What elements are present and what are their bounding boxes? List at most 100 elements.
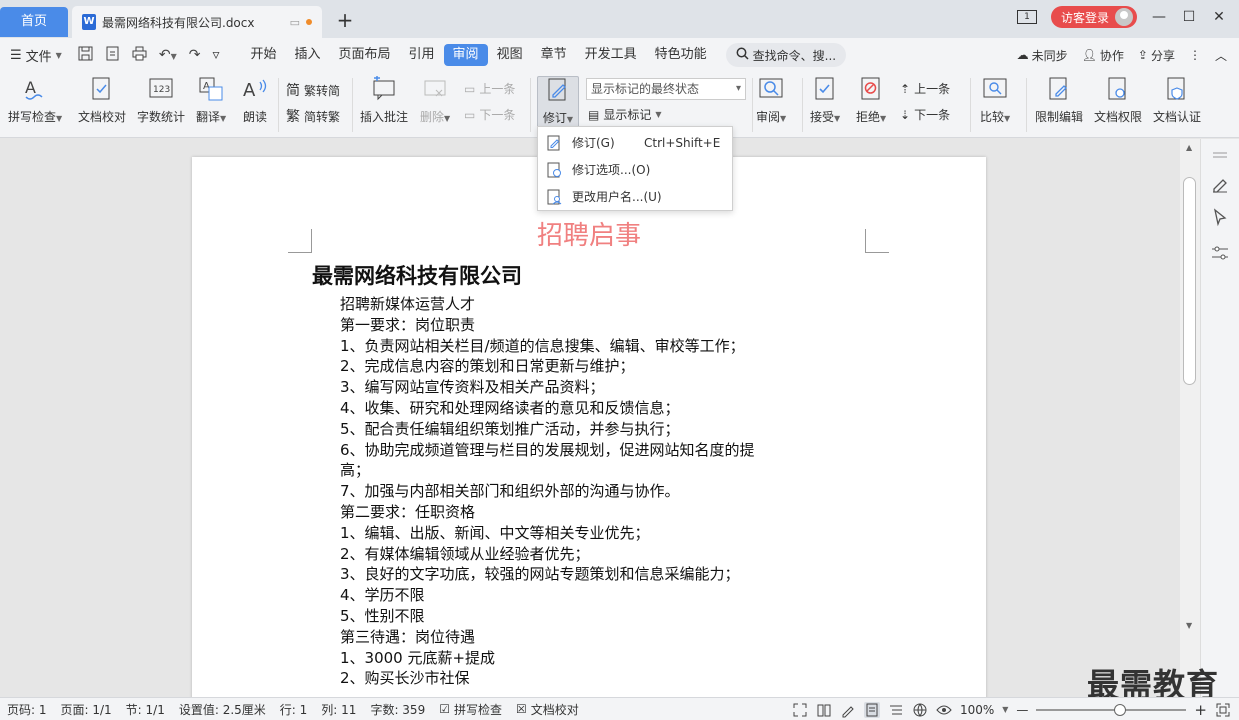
delete-comment-button[interactable]: 删除▼ <box>420 76 450 125</box>
web-view-icon[interactable] <box>912 702 928 718</box>
menu-item-track-options[interactable]: 修订选项...(O) <box>538 156 732 183</box>
document-line[interactable]: 5、性别不限 <box>340 606 810 627</box>
tab-chapter[interactable]: 章节 <box>532 44 576 66</box>
simp-to-trad-button[interactable]: 繁简转繁 <box>286 106 340 126</box>
print-icon[interactable] <box>132 46 147 65</box>
tab-features[interactable]: 特色功能 <box>646 44 716 66</box>
monitor-icon[interactable]: ▭ <box>290 16 300 29</box>
new-tab-button[interactable]: + <box>335 8 355 32</box>
doc-proof-button[interactable]: 文档校对 <box>78 76 126 125</box>
insert-comment-button[interactable]: 插入批注 <box>360 76 408 125</box>
status-section[interactable]: 节: 1/1 <box>119 701 172 718</box>
cursor-icon[interactable] <box>1210 207 1230 227</box>
scroll-thumb[interactable] <box>1183 177 1196 385</box>
trad-to-simp-button[interactable]: 简繁转简 <box>286 80 340 100</box>
tab-view[interactable]: 视图 <box>488 44 532 66</box>
translate-button[interactable]: A 翻译▼ <box>196 76 226 125</box>
zoom-out-icon[interactable]: — <box>1016 703 1028 717</box>
status-char-count[interactable]: 字数: 359 <box>363 701 432 718</box>
document-line[interactable]: 高； <box>340 460 810 481</box>
document-line[interactable]: 2、有媒体编辑领域从业经验者优先； <box>340 544 810 565</box>
collapse-panel-icon[interactable] <box>1210 145 1230 165</box>
next-comment-button[interactable]: ▭ 下一条 <box>464 106 515 123</box>
more-icon[interactable]: ⋮ <box>1189 48 1201 62</box>
page-indicator-icon[interactable]: 1 <box>1016 10 1037 24</box>
page-view-icon[interactable] <box>863 701 880 718</box>
status-setting[interactable]: 设置值: 2.5厘米 <box>172 701 273 718</box>
maximize-icon[interactable]: ☐ <box>1181 9 1197 25</box>
document-line[interactable]: 4、收集、研究和处理网络读者的意见和反馈信息； <box>340 398 810 419</box>
document-line[interactable]: 7、加强与内部相关部门和组织外部的沟通与协作。 <box>340 481 810 502</box>
collab-button[interactable]: 👤︎ 协作 <box>1082 47 1124 64</box>
review-pane-button[interactable]: 审阅▼ <box>756 76 786 125</box>
document-line[interactable]: 4、学历不限 <box>340 585 810 606</box>
scroll-down-icon[interactable]: ▼ <box>1186 621 1192 630</box>
tab-start[interactable]: 开始 <box>241 44 285 66</box>
collapse-ribbon-icon[interactable]: ︿ <box>1215 47 1227 64</box>
document-page[interactable]: 招聘启事 最需网络科技有限公司 招聘新媒体运营人才 第一要求：岗位职责 1、负责网站… <box>192 157 986 697</box>
tab-home[interactable]: 首页 <box>0 7 68 37</box>
outline-view-icon[interactable] <box>888 702 904 718</box>
share-button[interactable]: ⇪ 分享 <box>1138 47 1175 64</box>
file-menu[interactable]: ☰ 文件 ▼ <box>10 46 62 65</box>
status-doc-proof[interactable]: ☒ 文档校对 <box>509 701 586 718</box>
doc-cert-button[interactable]: 文档认证 <box>1153 76 1201 125</box>
reject-button[interactable]: 拒绝▼ <box>856 76 886 125</box>
doc-rights-button[interactable]: 文档权限 <box>1094 76 1142 125</box>
zoom-slider[interactable] <box>1036 703 1187 716</box>
document-line[interactable]: 第二要求：任职资格 <box>340 502 810 523</box>
prev-comment-button[interactable]: ▭ 上一条 <box>464 80 515 97</box>
command-search[interactable]: 查找命令、搜... <box>725 43 847 67</box>
show-markup-button[interactable]: ▤ 显示标记 ▼ <box>588 106 662 123</box>
accept-button[interactable]: 接受▼ <box>810 76 840 125</box>
document-line[interactable]: 2、完成信息内容的策划和日常更新与维护； <box>340 356 810 377</box>
export-pdf-icon[interactable] <box>105 46 120 65</box>
customize-toolbar-icon[interactable]: ▿ <box>212 47 219 63</box>
menu-item-track-changes[interactable]: 修订(G) Ctrl+Shift+E <box>538 129 732 156</box>
menu-item-change-username[interactable]: 更改用户名...(U) <box>538 183 732 210</box>
tab-references[interactable]: 引用 <box>400 44 444 66</box>
spell-check-button[interactable]: A 拼写检查▼ <box>8 76 62 125</box>
settings-sliders-icon[interactable] <box>1210 243 1230 263</box>
close-icon[interactable]: ✕ <box>1211 9 1227 25</box>
status-spell-check[interactable]: ☑ 拼写检查 <box>432 701 509 718</box>
fit-page-icon[interactable] <box>1215 702 1231 718</box>
redo-icon[interactable]: ↷ <box>189 47 201 63</box>
document-line[interactable]: 2、购买长沙市社保 <box>340 668 810 689</box>
document-line[interactable]: 3、良好的文字功底，较强的网站专题策划和信息采编能力； <box>340 564 810 585</box>
tab-insert[interactable]: 插入 <box>286 44 330 66</box>
prev-change-button[interactable]: ⇡ 上一条 <box>900 80 950 97</box>
word-count-button[interactable]: 123 字数统计 <box>137 76 185 125</box>
vertical-scrollbar[interactable]: ▲ ▼ <box>1180 139 1200 697</box>
document-body[interactable]: 招聘新媒体运营人才 第一要求：岗位职责 1、负责网站相关栏目/频道的信息搜集、编辑、… <box>340 294 810 689</box>
document-line[interactable]: 5、配合责任编辑组织策划推广活动，并参与执行； <box>340 419 810 440</box>
track-changes-button[interactable]: 修订▼ <box>537 76 579 128</box>
undo-icon[interactable]: ↶▼ <box>159 47 177 63</box>
zoom-value[interactable]: 100% <box>960 703 994 717</box>
document-line[interactable]: 招聘新媒体运营人才 <box>340 294 810 315</box>
restrict-edit-button[interactable]: 限制编辑 <box>1035 76 1083 125</box>
status-page[interactable]: 页面: 1/1 <box>54 701 119 718</box>
markup-display-select[interactable]: 显示标记的最终状态 <box>586 78 746 100</box>
document-line[interactable]: 3、编写网站宣传资料及相关产品资料； <box>340 377 810 398</box>
unsync-button[interactable]: ☁ 未同步 <box>1017 47 1068 64</box>
zoom-slider-knob[interactable] <box>1114 703 1127 716</box>
fullscreen-icon[interactable] <box>792 702 808 718</box>
scroll-up-icon[interactable]: ▲ <box>1186 143 1192 152</box>
tab-review[interactable]: 审阅 <box>443 44 488 66</box>
document-line[interactable]: 1、负责网站相关栏目/频道的信息搜集、编辑、审校等工作； <box>340 336 810 357</box>
read-mode-icon[interactable] <box>816 702 832 718</box>
pen-icon[interactable] <box>1210 173 1230 193</box>
document-line[interactable]: 1、编辑、出版、新闻、中文等相关专业优先； <box>340 523 810 544</box>
zoom-in-icon[interactable]: + <box>1194 701 1207 719</box>
login-button[interactable]: 访客登录 <box>1050 6 1137 28</box>
read-aloud-button[interactable]: A 朗读 <box>241 76 269 125</box>
document-line[interactable]: 6、协助完成频道管理与栏目的发展规划，促进网站知名度的提 <box>340 440 810 461</box>
document-line[interactable]: 1、3000 元底薪+提成 <box>340 648 810 669</box>
save-icon[interactable] <box>78 46 93 65</box>
zoom-dropdown-icon[interactable]: ▼ <box>1002 705 1008 714</box>
write-mode-icon[interactable] <box>840 702 856 718</box>
minimize-icon[interactable]: — <box>1151 9 1167 25</box>
document-line[interactable]: 第一要求：岗位职责 <box>340 315 810 336</box>
status-col[interactable]: 列: 11 <box>314 701 363 718</box>
